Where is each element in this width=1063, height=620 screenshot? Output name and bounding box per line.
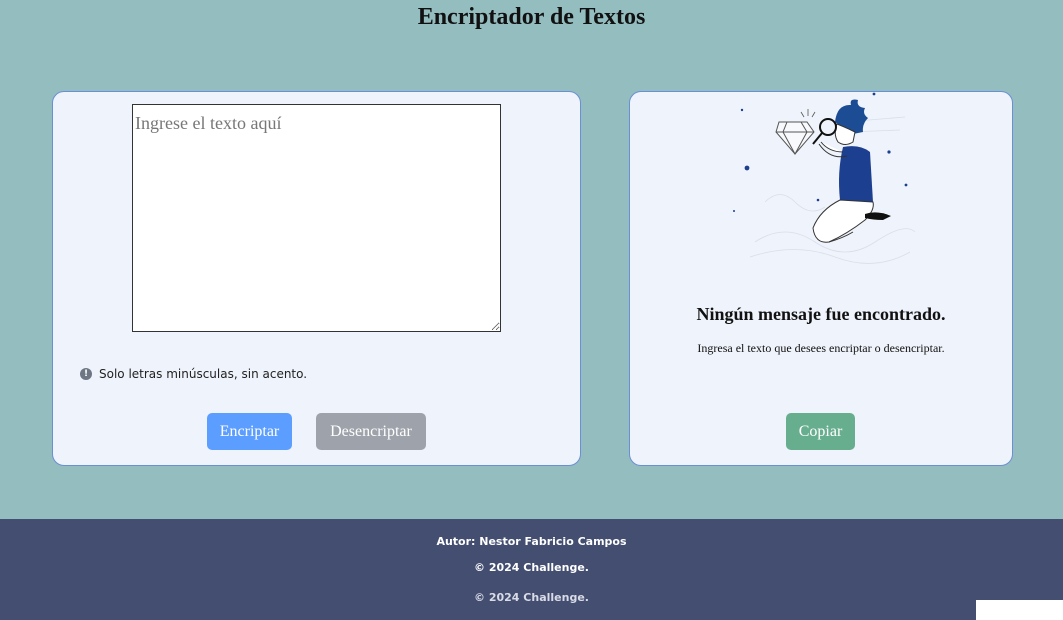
- encrypt-button[interactable]: Encriptar: [207, 413, 292, 450]
- copy-button[interactable]: Copiar: [786, 413, 855, 450]
- person-with-magnifier-illustration: [733, 92, 916, 264]
- white-block: [976, 600, 1063, 620]
- footer-copyright: © 2024 Challenge.: [474, 561, 589, 574]
- no-message-title: Ningún mensaje fue encontrado.: [696, 304, 946, 324]
- hint-text: Solo letras minúsculas, sin acento.: [99, 367, 308, 381]
- input-panel: ! Solo letras minúsculas, sin acento. En…: [52, 91, 581, 466]
- text-input[interactable]: [132, 104, 501, 332]
- footer-ghost-copyright: © 2024 Challenge.: [474, 591, 589, 604]
- info-circle-icon: !: [80, 368, 92, 380]
- page-title: Encriptador de Textos: [417, 4, 646, 30]
- output-panel: Ningún mensaje fue encontrado. Ingresa e…: [629, 91, 1013, 466]
- input-hint: ! Solo letras minúsculas, sin acento.: [80, 367, 307, 381]
- footer-author: Autor: Nestor Fabricio Campos: [436, 535, 627, 548]
- decrypt-button[interactable]: Desencriptar: [316, 413, 426, 450]
- footer: Autor: Nestor Fabricio Campos © 2024 Cha…: [0, 519, 1063, 620]
- no-message-subtitle: Ingresa el texto que desees encriptar o …: [697, 341, 945, 355]
